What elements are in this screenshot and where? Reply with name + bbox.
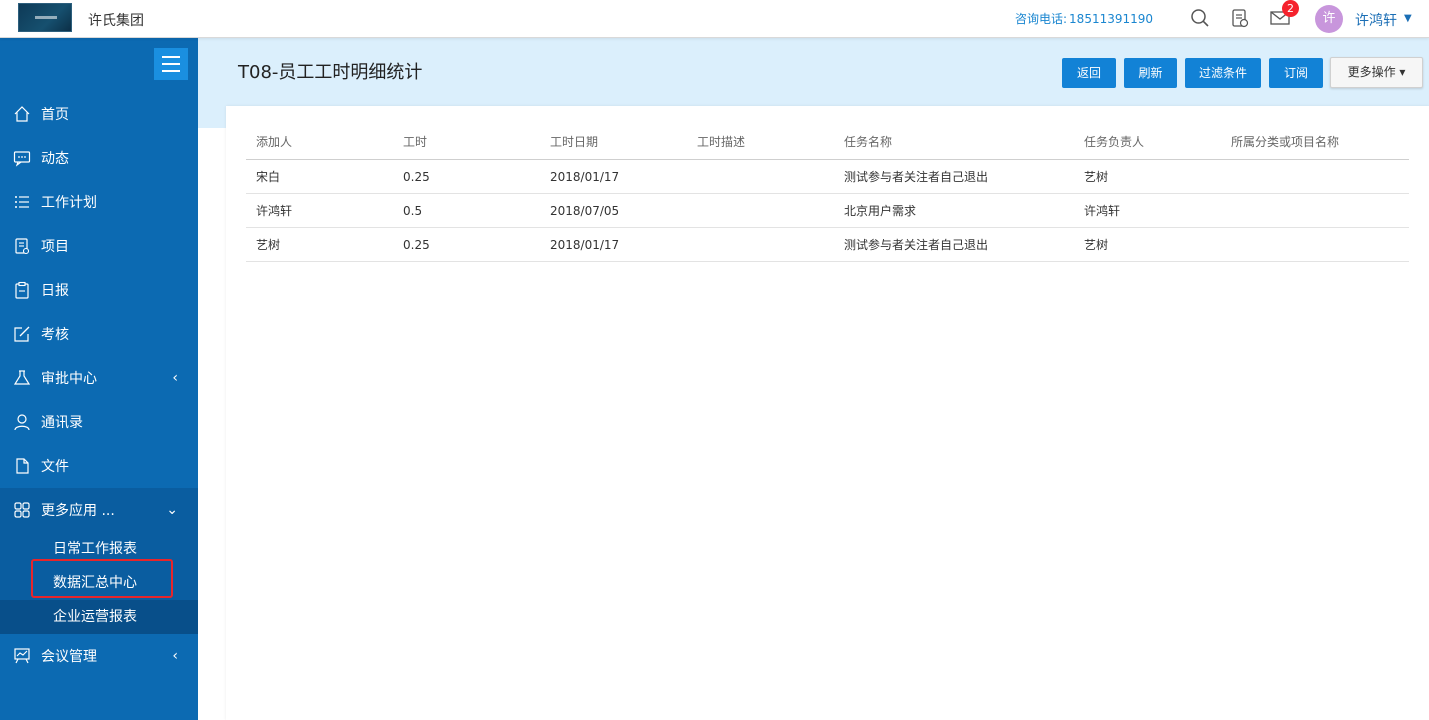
avatar[interactable]: 许	[1315, 5, 1343, 33]
sidebar-item-activity[interactable]: 动态	[0, 136, 198, 180]
page-title: T08-员工工时明细统计	[238, 62, 423, 83]
column-header[interactable]: 添加人	[256, 124, 292, 160]
table-cell: 2018/01/17	[550, 170, 620, 184]
username[interactable]: 许鸿轩	[1355, 10, 1397, 30]
table-cell: 许鸿轩	[1084, 204, 1121, 218]
back-button[interactable]: 返回	[1062, 58, 1116, 88]
table-cell: 0.5	[403, 204, 423, 218]
notes-icon[interactable]	[1228, 6, 1252, 30]
sidebar-item-label: 工作计划	[41, 195, 97, 211]
sidebar-item-label: 首页	[41, 107, 69, 123]
table-cell: 北京用户需求	[844, 204, 917, 218]
sidebar: 首页 动态 工作计划 项目 日报 考核 审批中心 ‹ 通讯录 文件 更多应用 .…	[0, 38, 198, 720]
table-cell: 许鸿轩	[256, 204, 293, 218]
table-cell: 2018/07/05	[550, 204, 620, 218]
table-header-row: 添加人 工时 工时日期 工时描述 任务名称 任务负责人 所属分类或项目名称	[246, 124, 1409, 160]
table-cell: 艺树	[1084, 170, 1109, 184]
column-header[interactable]: 所属分类或项目名称	[1231, 124, 1339, 160]
hotline-number: 18511391190	[1069, 12, 1154, 26]
chevron-down-icon: ⌄	[166, 502, 178, 518]
table-row[interactable]: 艺树 0.25 2018/01/17 测试参与者关注者自己退出 艺树	[246, 228, 1409, 262]
sidebar-item-daily-report[interactable]: 日报	[0, 268, 198, 312]
menu-toggle-button[interactable]	[154, 48, 188, 80]
sidebar-item-label: 项目	[41, 239, 69, 255]
hotline: 咨询电话: 18511391190	[1015, 10, 1153, 27]
mail-badge: 2	[1282, 0, 1299, 17]
table-cell: 艺树	[256, 238, 281, 252]
sidebar-item-work-plan[interactable]: 工作计划	[0, 180, 198, 224]
project-icon	[12, 236, 32, 256]
sidebar-item-files[interactable]: 文件	[0, 444, 198, 488]
meeting-icon	[12, 646, 32, 666]
chat-icon	[12, 148, 32, 168]
sidebar-item-assessment[interactable]: 考核	[0, 312, 198, 356]
sidebar-item-label: 日报	[41, 283, 69, 299]
sidebar-item-label: 会议管理	[41, 649, 97, 665]
sidebar-item-label: 通讯录	[41, 415, 83, 431]
file-icon	[12, 456, 32, 476]
sidebar-item-label: 审批中心	[41, 371, 97, 387]
report-table: 添加人 工时 工时日期 工时描述 任务名称 任务负责人 所属分类或项目名称 宋白…	[246, 124, 1409, 262]
table-cell: 0.25	[403, 170, 430, 184]
company-name: 许氏集团	[88, 13, 144, 29]
apps-icon	[12, 500, 32, 520]
flask-icon	[12, 368, 32, 388]
table-cell: 0.25	[403, 238, 430, 252]
hotline-label: 咨询电话:	[1015, 12, 1068, 26]
company-logo[interactable]	[18, 3, 72, 32]
sidebar-item-label: 动态	[41, 151, 69, 167]
column-header[interactable]: 工时日期	[550, 124, 598, 160]
sidebar-item-home[interactable]: 首页	[0, 92, 198, 136]
search-icon[interactable]	[1188, 6, 1212, 30]
sidebar-item-approval-center[interactable]: 审批中心 ‹	[0, 356, 198, 400]
table-cell: 2018/01/17	[550, 238, 620, 252]
table-cell: 艺树	[1084, 238, 1109, 252]
subscribe-button[interactable]: 订阅	[1269, 58, 1323, 88]
table-row[interactable]: 宋白 0.25 2018/01/17 测试参与者关注者自己退出 艺树	[246, 160, 1409, 194]
submenu-item-operations-report[interactable]: 企业运营报表	[0, 600, 198, 634]
sidebar-item-label: 考核	[41, 327, 69, 343]
sidebar-item-label: 文件	[41, 459, 69, 475]
table-row[interactable]: 许鸿轩 0.5 2018/07/05 北京用户需求 许鸿轩	[246, 194, 1409, 228]
chevron-left-icon: ‹	[172, 648, 178, 664]
table-cell: 宋白	[256, 170, 281, 184]
column-header[interactable]: 任务负责人	[1084, 124, 1144, 160]
sidebar-item-label: 更多应用 ...	[41, 503, 115, 519]
sidebar-item-more-apps[interactable]: 更多应用 ... ⌄	[0, 488, 198, 532]
edit-icon	[12, 324, 32, 344]
sidebar-item-project[interactable]: 项目	[0, 224, 198, 268]
home-icon	[12, 104, 32, 124]
user-caret-icon[interactable]: ▼	[1404, 13, 1412, 24]
column-header[interactable]: 任务名称	[844, 124, 892, 160]
user-icon	[12, 412, 32, 432]
clipboard-icon	[12, 280, 32, 300]
chevron-left-icon: ‹	[172, 370, 178, 386]
filter-button[interactable]: 过滤条件	[1185, 58, 1261, 88]
active-item-highlight	[31, 559, 173, 598]
sidebar-item-meeting-management[interactable]: 会议管理 ‹	[0, 634, 198, 678]
table-cell: 测试参与者关注者自己退出	[844, 170, 989, 184]
column-header[interactable]: 工时	[403, 124, 427, 160]
more-actions-button[interactable]: 更多操作 ▾	[1330, 57, 1423, 88]
refresh-button[interactable]: 刷新	[1124, 58, 1177, 88]
list-icon	[12, 192, 32, 212]
top-bar: 许氏集团 咨询电话: 18511391190 2 许 许鸿轩 ▼	[0, 0, 1429, 38]
column-header[interactable]: 工时描述	[697, 124, 745, 160]
table-cell: 测试参与者关注者自己退出	[844, 238, 989, 252]
sidebar-item-contacts[interactable]: 通讯录	[0, 400, 198, 444]
